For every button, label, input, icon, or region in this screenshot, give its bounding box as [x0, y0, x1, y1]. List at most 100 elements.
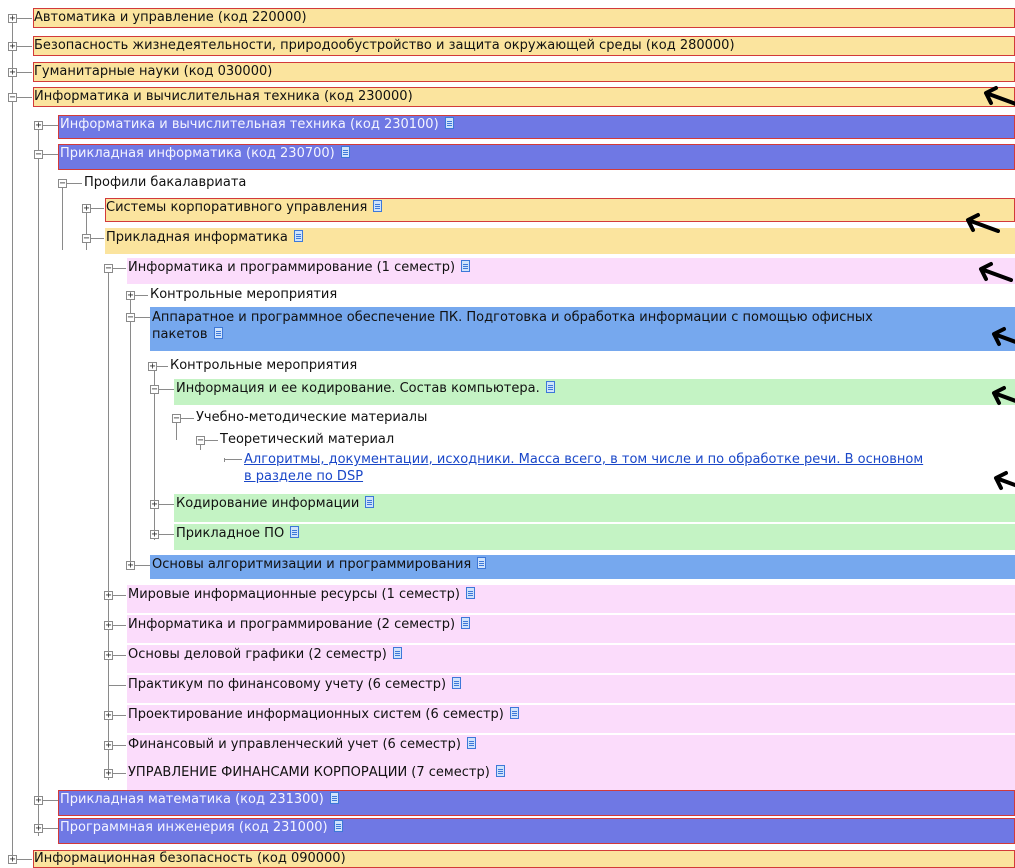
tree-node[interactable]: + Программная инженерия (код 231000): [0, 818, 1015, 844]
expand-button[interactable]: +: [82, 204, 91, 214]
tree-node[interactable]: + Автоматика и управление (код 220000): [0, 8, 1015, 28]
tree-node[interactable]: + Информатика и программирование (2 семес…: [0, 615, 1015, 643]
tree-node[interactable]: + Проектирование информационных систем (6…: [0, 705, 1015, 733]
tree-node[interactable]: − Информатика и вычислительная техника (к…: [0, 87, 1015, 107]
expand-button[interactable]: +: [104, 741, 113, 751]
tree-node[interactable]: + Информационная безопасность (код 090000…: [0, 850, 1015, 868]
document-icon[interactable]: [293, 230, 303, 242]
document-icon[interactable]: [461, 617, 471, 629]
node-label: Теоретический материал: [220, 432, 394, 447]
tree-connector: [108, 685, 126, 686]
document-icon[interactable]: [495, 765, 505, 777]
node-label-text: Программная инженерия (код 231000): [60, 820, 328, 835]
node-label: Кодирование информации: [176, 496, 375, 511]
tree-node[interactable]: − Информация и ее кодирование. Состав ком…: [0, 379, 1015, 405]
tree-node[interactable]: − Прикладная информатика (код 230700): [0, 144, 1015, 170]
node-label: Учебно-методические материалы: [196, 410, 427, 425]
node-label-text: Информация и ее кодирование. Состав комп…: [176, 381, 540, 396]
collapse-button[interactable]: −: [196, 436, 205, 446]
tree-node[interactable]: + Контрольные мероприятия: [0, 357, 1015, 375]
tree-node[interactable]: Практикум по финансовому учету (6 семест…: [0, 675, 1015, 703]
node-label: Прикладная информатика (код 230700): [60, 146, 350, 161]
tree-node[interactable]: Алгоритмы, документации, исходники. Масс…: [0, 449, 1015, 487]
node-label: Гуманитарные науки (код 030000): [34, 64, 272, 79]
tree-node[interactable]: − Теоретический материал: [0, 431, 1015, 449]
document-icon[interactable]: [365, 496, 375, 508]
tree-node[interactable]: + Безопасность жизнедеятельности, природо…: [0, 36, 1015, 56]
expand-button[interactable]: +: [8, 14, 17, 24]
document-icon[interactable]: [466, 737, 476, 749]
document-icon[interactable]: [477, 557, 487, 569]
node-label-text: Безопасность жизнедеятельности, природоо…: [34, 38, 735, 53]
expand-button[interactable]: +: [34, 824, 43, 834]
document-icon[interactable]: [213, 327, 223, 339]
tree-node[interactable]: + Гуманитарные науки (код 030000): [0, 62, 1015, 82]
node-label-text: Финансовый и управленческий учет (6 семе…: [128, 737, 461, 752]
node-highlight: [174, 524, 1015, 550]
expand-button[interactable]: +: [126, 561, 135, 571]
expand-button[interactable]: +: [126, 291, 135, 301]
document-icon[interactable]: [465, 587, 475, 599]
collapse-button[interactable]: −: [104, 264, 113, 274]
tree-node[interactable]: − Учебно-методические материалы: [0, 409, 1015, 427]
node-label: Безопасность жизнедеятельности, природоо…: [34, 38, 735, 53]
tree-node[interactable]: + Основы деловой графики (2 семестр): [0, 645, 1015, 673]
expand-button[interactable]: +: [150, 500, 159, 510]
collapse-button[interactable]: −: [172, 414, 181, 424]
node-label: Профили бакалавриата: [84, 175, 246, 190]
tree-node[interactable]: − Прикладная информатика: [0, 228, 1015, 254]
expand-button[interactable]: +: [8, 42, 17, 52]
tree-node[interactable]: − Информатика и программирование (1 семес…: [0, 258, 1015, 284]
collapse-button[interactable]: −: [150, 385, 159, 395]
document-icon[interactable]: [509, 707, 519, 719]
tree-node[interactable]: + Прикладное ПО: [0, 524, 1015, 550]
tree-node[interactable]: + УПРАВЛЕНИЕ ФИНАНСАМИ КОРПОРАЦИИ (7 семе…: [0, 763, 1015, 791]
tree-node[interactable]: + Информатика и вычислительная техника (к…: [0, 115, 1015, 139]
collapse-button[interactable]: −: [34, 150, 43, 160]
document-icon[interactable]: [392, 647, 402, 659]
expand-button[interactable]: +: [8, 68, 17, 78]
tree-node[interactable]: + Финансовый и управленческий учет (6 сем…: [0, 735, 1015, 763]
expand-button[interactable]: +: [148, 362, 157, 372]
node-label: Основы деловой графики (2 семестр): [128, 647, 402, 662]
tree-node[interactable]: + Контрольные мероприятия: [0, 286, 1015, 304]
expand-button[interactable]: +: [104, 769, 113, 779]
node-label: Финансовый и управленческий учет (6 семе…: [128, 737, 476, 752]
tree-node[interactable]: + Основы алгоритмизации и программировани…: [0, 555, 1015, 579]
collapse-button[interactable]: −: [82, 234, 91, 244]
expand-button[interactable]: +: [8, 855, 17, 865]
expand-button[interactable]: +: [104, 621, 113, 631]
collapse-button[interactable]: −: [58, 179, 67, 189]
collapse-button[interactable]: −: [126, 313, 135, 323]
node-label[interactable]: Алгоритмы, документации, исходники. Масс…: [244, 451, 923, 485]
node-label-text: Проектирование информационных систем (6 …: [128, 707, 504, 722]
node-label-text: Практикум по финансовому учету (6 семест…: [128, 677, 447, 692]
node-label-text-continued: в разделе по DSP: [244, 469, 364, 484]
expand-button[interactable]: +: [34, 796, 43, 806]
expand-button[interactable]: +: [150, 530, 159, 540]
node-label-text: Информатика и программирование (2 семест…: [128, 617, 456, 632]
document-icon[interactable]: [373, 200, 383, 212]
expand-button[interactable]: +: [104, 591, 113, 601]
document-icon[interactable]: [340, 146, 350, 158]
document-icon[interactable]: [461, 260, 471, 272]
document-icon[interactable]: [290, 526, 300, 538]
document-icon[interactable]: [545, 381, 555, 393]
tree-node[interactable]: − Аппаратное и программное обеспечение ПК…: [0, 307, 1015, 351]
document-icon[interactable]: [329, 792, 339, 804]
collapse-button[interactable]: −: [8, 93, 17, 103]
document-icon[interactable]: [452, 677, 462, 689]
node-label-text: Информатика и вычислительная техника (ко…: [34, 89, 413, 104]
expand-button[interactable]: +: [34, 121, 43, 131]
node-label-text: Прикладная информатика (код 230700): [60, 146, 335, 161]
tree-node[interactable]: + Прикладная математика (код 231300): [0, 790, 1015, 816]
tree-node[interactable]: − Профили бакалавриата: [0, 174, 1015, 192]
node-label: Прикладное ПО: [176, 526, 300, 541]
tree-node[interactable]: + Кодирование информации: [0, 494, 1015, 522]
tree-node[interactable]: + Мировые информационные ресурсы (1 семес…: [0, 585, 1015, 613]
document-icon[interactable]: [333, 820, 343, 832]
expand-button[interactable]: +: [104, 711, 113, 721]
tree-node[interactable]: + Системы корпоративного управления: [0, 198, 1015, 222]
document-icon[interactable]: [444, 117, 454, 129]
expand-button[interactable]: +: [104, 651, 113, 661]
